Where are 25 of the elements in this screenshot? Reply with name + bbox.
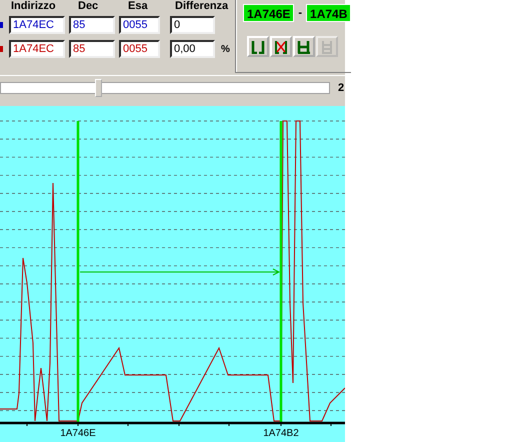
start-address-field[interactable]: 1A746E [243, 4, 294, 22]
difference-field[interactable]: 0 [170, 16, 215, 34]
column-header: Indirizzo [11, 0, 57, 12]
range-separator: - [298, 7, 302, 19]
axis-label: 1A74B2 [263, 428, 299, 439]
cursor-line[interactable] [280, 121, 282, 422]
slider-thumb[interactable] [94, 79, 102, 97]
toolbar-button[interactable] [247, 36, 269, 57]
unit-label: % [221, 44, 230, 54]
hex-field[interactable]: 0055 [119, 40, 160, 58]
axis-label: 1A746E [60, 428, 96, 439]
toolbar-button[interactable] [270, 36, 292, 57]
slider-reading: 2 [338, 82, 344, 94]
column-header: Differenza [175, 0, 230, 12]
toolbar-button[interactable] [293, 36, 315, 57]
column-header: Esa [128, 0, 149, 12]
hex-field[interactable]: 0055 [119, 16, 160, 34]
difference-field[interactable]: 0,00 [170, 40, 215, 58]
end-address-field[interactable]: 1A74B [306, 4, 352, 22]
column-header: Dec [78, 0, 100, 12]
decimal-field[interactable]: 85 [69, 40, 115, 58]
cross-icon [274, 40, 288, 54]
decimal-field[interactable]: 85 [69, 16, 115, 34]
address-field[interactable]: 1A74EC [9, 40, 65, 58]
address-field[interactable]: 1A74EC [9, 16, 65, 34]
